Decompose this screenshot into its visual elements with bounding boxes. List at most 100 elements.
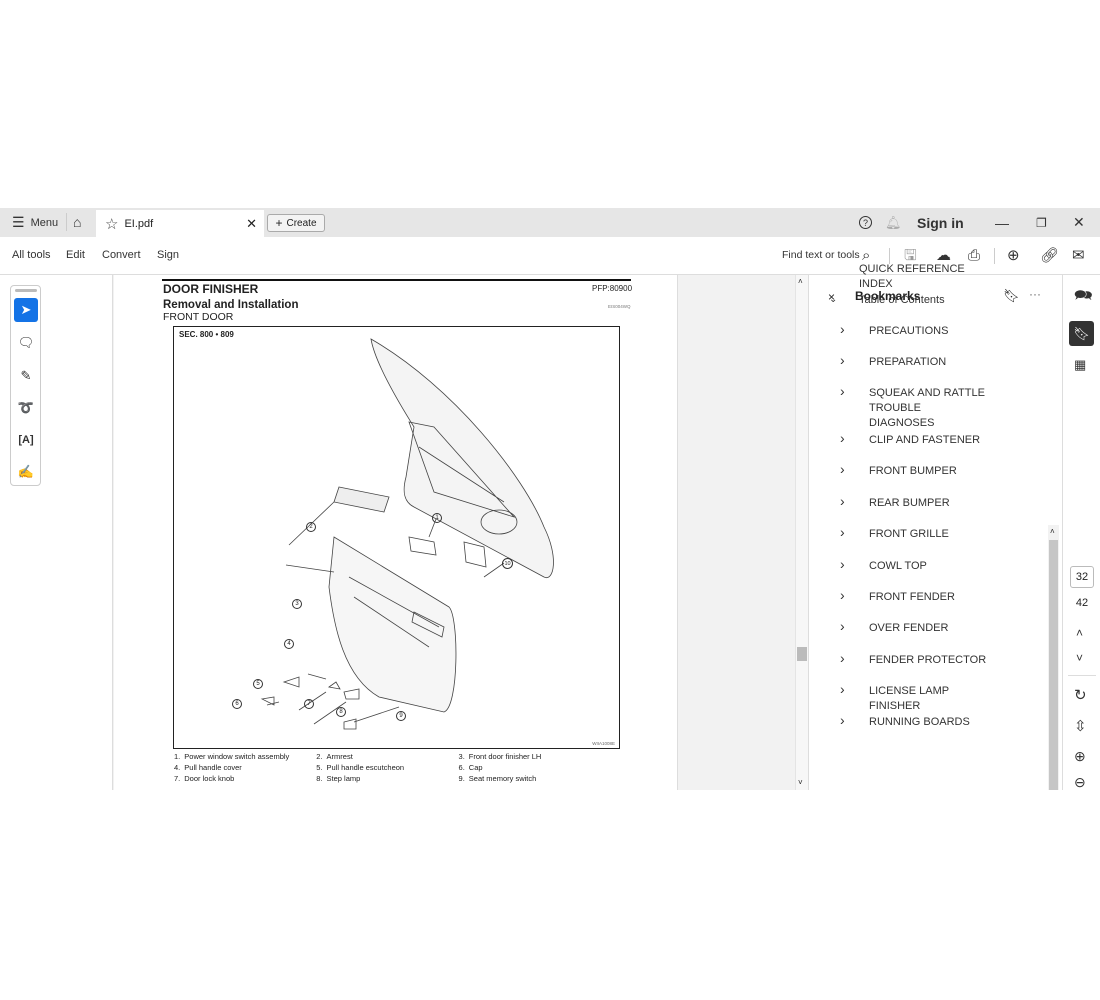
thumbnails-icon[interactable]: ▦ <box>1074 358 1086 371</box>
fit-page-icon[interactable]: ⇳ <box>1074 719 1087 734</box>
select-tool-icon[interactable]: ➤ <box>14 298 38 322</box>
restore-icon[interactable]: ❐ <box>1036 208 1047 237</box>
legend-text: Power window switch assembly <box>184 752 290 761</box>
more-options-icon[interactable]: ··· <box>1029 287 1041 301</box>
bookmark-item[interactable]: FRONT BUMPER <box>869 464 989 479</box>
document-scrollbar[interactable]: ˄ ˅ <box>795 275 808 790</box>
star-icon[interactable]: ☆ <box>105 215 118 233</box>
chevron-right-icon[interactable]: › <box>840 383 845 399</box>
rotate-icon[interactable]: ↻ <box>1074 688 1087 703</box>
legend-text: Pull handle escutcheon <box>326 763 405 772</box>
chevron-right-icon[interactable]: › <box>840 650 845 666</box>
comments-icon[interactable]: 🗪︎ <box>1074 288 1093 303</box>
chevron-right-icon[interactable]: › <box>840 618 845 634</box>
share-user-icon[interactable]: ⊕ <box>1007 248 1020 263</box>
help-icon[interactable]: ? <box>859 208 872 237</box>
draw-freehand-icon[interactable]: ➰ <box>14 396 38 420</box>
callout-4: 4 <box>284 639 294 649</box>
chevron-right-icon[interactable]: › <box>840 556 845 572</box>
bookmark-item[interactable]: RUNNING BOARDS <box>869 715 989 730</box>
create-button[interactable]: + Create <box>267 214 325 232</box>
all-tools-button[interactable]: All tools <box>12 249 51 261</box>
bookmarks-rail-icon[interactable]: 🔖︎ <box>1069 321 1094 346</box>
legend-text: Seat memory switch <box>468 774 537 783</box>
print-icon[interactable]: ⎙ <box>968 248 980 263</box>
menu-button[interactable]: ☰ Menu <box>12 208 58 237</box>
bookmark-item[interactable]: CLIP AND FASTENER <box>869 433 989 448</box>
bookmarks-panel: × Bookmarks 🔖︎ ··· QUICK REFERENCE INDEX… <box>808 263 1062 790</box>
bookmark-item[interactable]: Table of Contents <box>859 293 979 308</box>
cloud-upload-icon[interactable]: ☁︎ <box>936 248 951 263</box>
legend-text: Step lamp <box>326 774 361 783</box>
bookmark-item[interactable]: SQUEAK AND RATTLE TROUBLE DIAGNOSES <box>869 386 989 431</box>
bm-scroll-thumb[interactable] <box>1049 540 1058 790</box>
bookmark-item[interactable]: REAR BUMPER <box>869 496 989 511</box>
pdf-page: DOOR FINISHER PFP:80900 EIS004WQ Removal… <box>114 275 678 790</box>
sign-pen-icon[interactable]: ✍ <box>14 460 38 484</box>
scroll-down-icon[interactable]: ˅ <box>798 778 803 787</box>
chevron-right-icon[interactable]: › <box>840 461 845 477</box>
search-icon[interactable]: ⌕ <box>862 248 870 263</box>
bookmark-item[interactable]: COWL TOP <box>869 559 989 574</box>
legend-row: 4. Pull handle cover 5. Pull handle escutch… <box>174 763 545 774</box>
chevron-right-icon[interactable]: › <box>840 352 845 368</box>
convert-button[interactable]: Convert <box>102 249 141 261</box>
bookmark-item[interactable]: OVER FENDER <box>869 621 989 636</box>
chevron-right-icon[interactable]: › <box>840 524 845 540</box>
chevron-right-icon[interactable]: › <box>840 681 845 697</box>
add-comment-icon[interactable]: 🗨︎ <box>14 331 38 355</box>
zoom-out-icon[interactable]: ⊖ <box>1074 775 1086 789</box>
next-page-icon[interactable]: ˅ <box>1076 652 1083 664</box>
scroll-up-icon[interactable]: ˄ <box>798 277 803 286</box>
callout-2: 2 <box>306 522 316 532</box>
right-rail: 🗪︎ 🔖︎ ▦ 32 42 ˄ ˅ ↻ ⇳ ⊕ ⊖ <box>1062 275 1100 790</box>
find-text-button[interactable]: Find text or tools <box>782 249 860 261</box>
add-bookmark-icon[interactable]: 🔖︎ <box>1003 288 1020 304</box>
legend-num: 5. <box>316 763 323 772</box>
legend-text: Door lock knob <box>184 774 235 783</box>
edit-button[interactable]: Edit <box>66 249 85 261</box>
sign-in-button[interactable]: Sign in <box>917 208 964 237</box>
email-icon[interactable]: ✉ <box>1072 248 1085 263</box>
zoom-in-icon[interactable]: ⊕ <box>1074 749 1086 763</box>
highlight-pen-icon[interactable]: ✎ <box>14 364 38 388</box>
tab-ei-pdf[interactable]: ☆ EI.pdf ✕ <box>96 210 264 237</box>
callout-7: 7 <box>304 699 314 709</box>
bell-icon[interactable]: 🔔︎ <box>885 208 902 237</box>
bookmark-item[interactable]: QUICK REFERENCE INDEX <box>859 262 979 292</box>
minimize-icon[interactable]: — <box>995 208 1009 237</box>
scroll-thumb[interactable] <box>797 647 807 661</box>
bookmark-item[interactable]: FRONT GRILLE <box>869 527 989 542</box>
bm-scroll-up-icon[interactable]: ˄ <box>1050 527 1055 536</box>
close-tab-icon[interactable]: ✕ <box>246 216 257 232</box>
door-diagram-drawing <box>260 338 554 730</box>
bookmarks-scrollbar[interactable]: ˄ <box>1048 525 1059 790</box>
sign-button[interactable]: Sign <box>157 249 179 261</box>
save-icon[interactable]: 🖫︎ <box>904 248 917 263</box>
chevron-right-icon[interactable]: › <box>840 321 845 337</box>
bookmark-item[interactable]: PRECAUTIONS <box>869 324 989 339</box>
chevron-right-icon[interactable]: › <box>840 430 845 446</box>
callout-9: 9 <box>396 711 406 721</box>
text-edit-icon[interactable]: [A] <box>14 428 38 452</box>
bookmark-item[interactable]: FENDER PROTECTOR <box>869 653 989 668</box>
drag-handle[interactable] <box>15 289 37 292</box>
bookmark-item[interactable]: LICENSE LAMP FINISHER <box>869 684 989 714</box>
previous-page-icon[interactable]: ˄ <box>1076 627 1083 639</box>
page-number-input[interactable]: 32 <box>1070 566 1094 588</box>
page-heading: DOOR FINISHER <box>163 282 259 296</box>
tab-title: EI.pdf <box>124 217 154 230</box>
link-icon[interactable]: 🔗︎ <box>1040 248 1059 263</box>
chevron-down-icon[interactable]: ⌄ <box>829 294 837 305</box>
home-button[interactable]: ⌂ <box>66 213 81 231</box>
close-window-icon[interactable]: ✕ <box>1073 208 1085 237</box>
quick-tools-toolbar: ➤ 🗨︎ ✎ ➰ [A] ✍ <box>10 285 41 486</box>
legend-num: 7. <box>174 774 181 783</box>
chevron-right-icon[interactable]: › <box>840 493 845 509</box>
callout-1: 1 <box>432 513 442 523</box>
legend-num: 3. <box>458 752 465 761</box>
bookmark-item[interactable]: PREPARATION <box>869 355 989 370</box>
bookmark-item[interactable]: FRONT FENDER <box>869 590 989 605</box>
chevron-right-icon[interactable]: › <box>840 587 845 603</box>
chevron-right-icon[interactable]: › <box>840 712 845 728</box>
